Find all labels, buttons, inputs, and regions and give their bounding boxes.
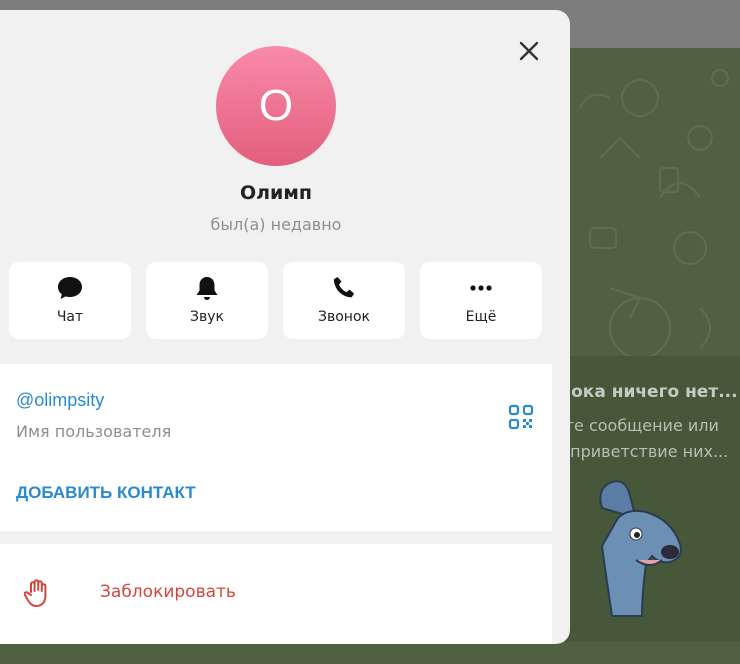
sound-button[interactable]: Звук [146,262,268,339]
block-user-button[interactable]: Заблокировать [0,544,552,644]
chat-button[interactable]: Чат [9,262,131,339]
more-button-label: Ещё [465,309,497,325]
user-info-section: @olimpsity Имя пользователя ДОБАВИТЬ КОН… [0,364,552,531]
qr-code-icon [508,404,534,430]
avatar-letter: О [258,81,294,130]
username-value[interactable]: @olimpsity [16,390,104,411]
close-button[interactable] [514,36,544,66]
phone-icon [333,277,355,298]
call-button[interactable]: Звонок [283,262,405,339]
qr-code-button[interactable] [508,404,534,434]
avatar[interactable]: О [216,46,336,166]
add-contact-button[interactable]: ДОБАВИТЬ КОНТАКТ [16,483,196,503]
chat-bubble-icon [58,277,82,299]
sound-button-label: Звук [190,309,224,325]
username-label: Имя пользователя [16,422,172,441]
bell-icon [196,277,218,300]
otter-sticker [599,480,682,617]
call-button-label: Звонок [318,309,370,325]
block-user-label: Заблокировать [100,582,236,602]
last-seen-status: был(а) недавно [210,215,342,234]
profile-name: Олимп [239,182,313,204]
chat-button-label: Чат [56,309,84,325]
user-profile-modal: О Олимп был(а) недавно Чат Звук Звонок Е… [0,10,570,644]
more-button[interactable]: Ещё [420,262,542,339]
more-dots-icon [470,285,492,291]
hand-stop-icon [24,579,47,607]
close-icon [519,41,539,61]
